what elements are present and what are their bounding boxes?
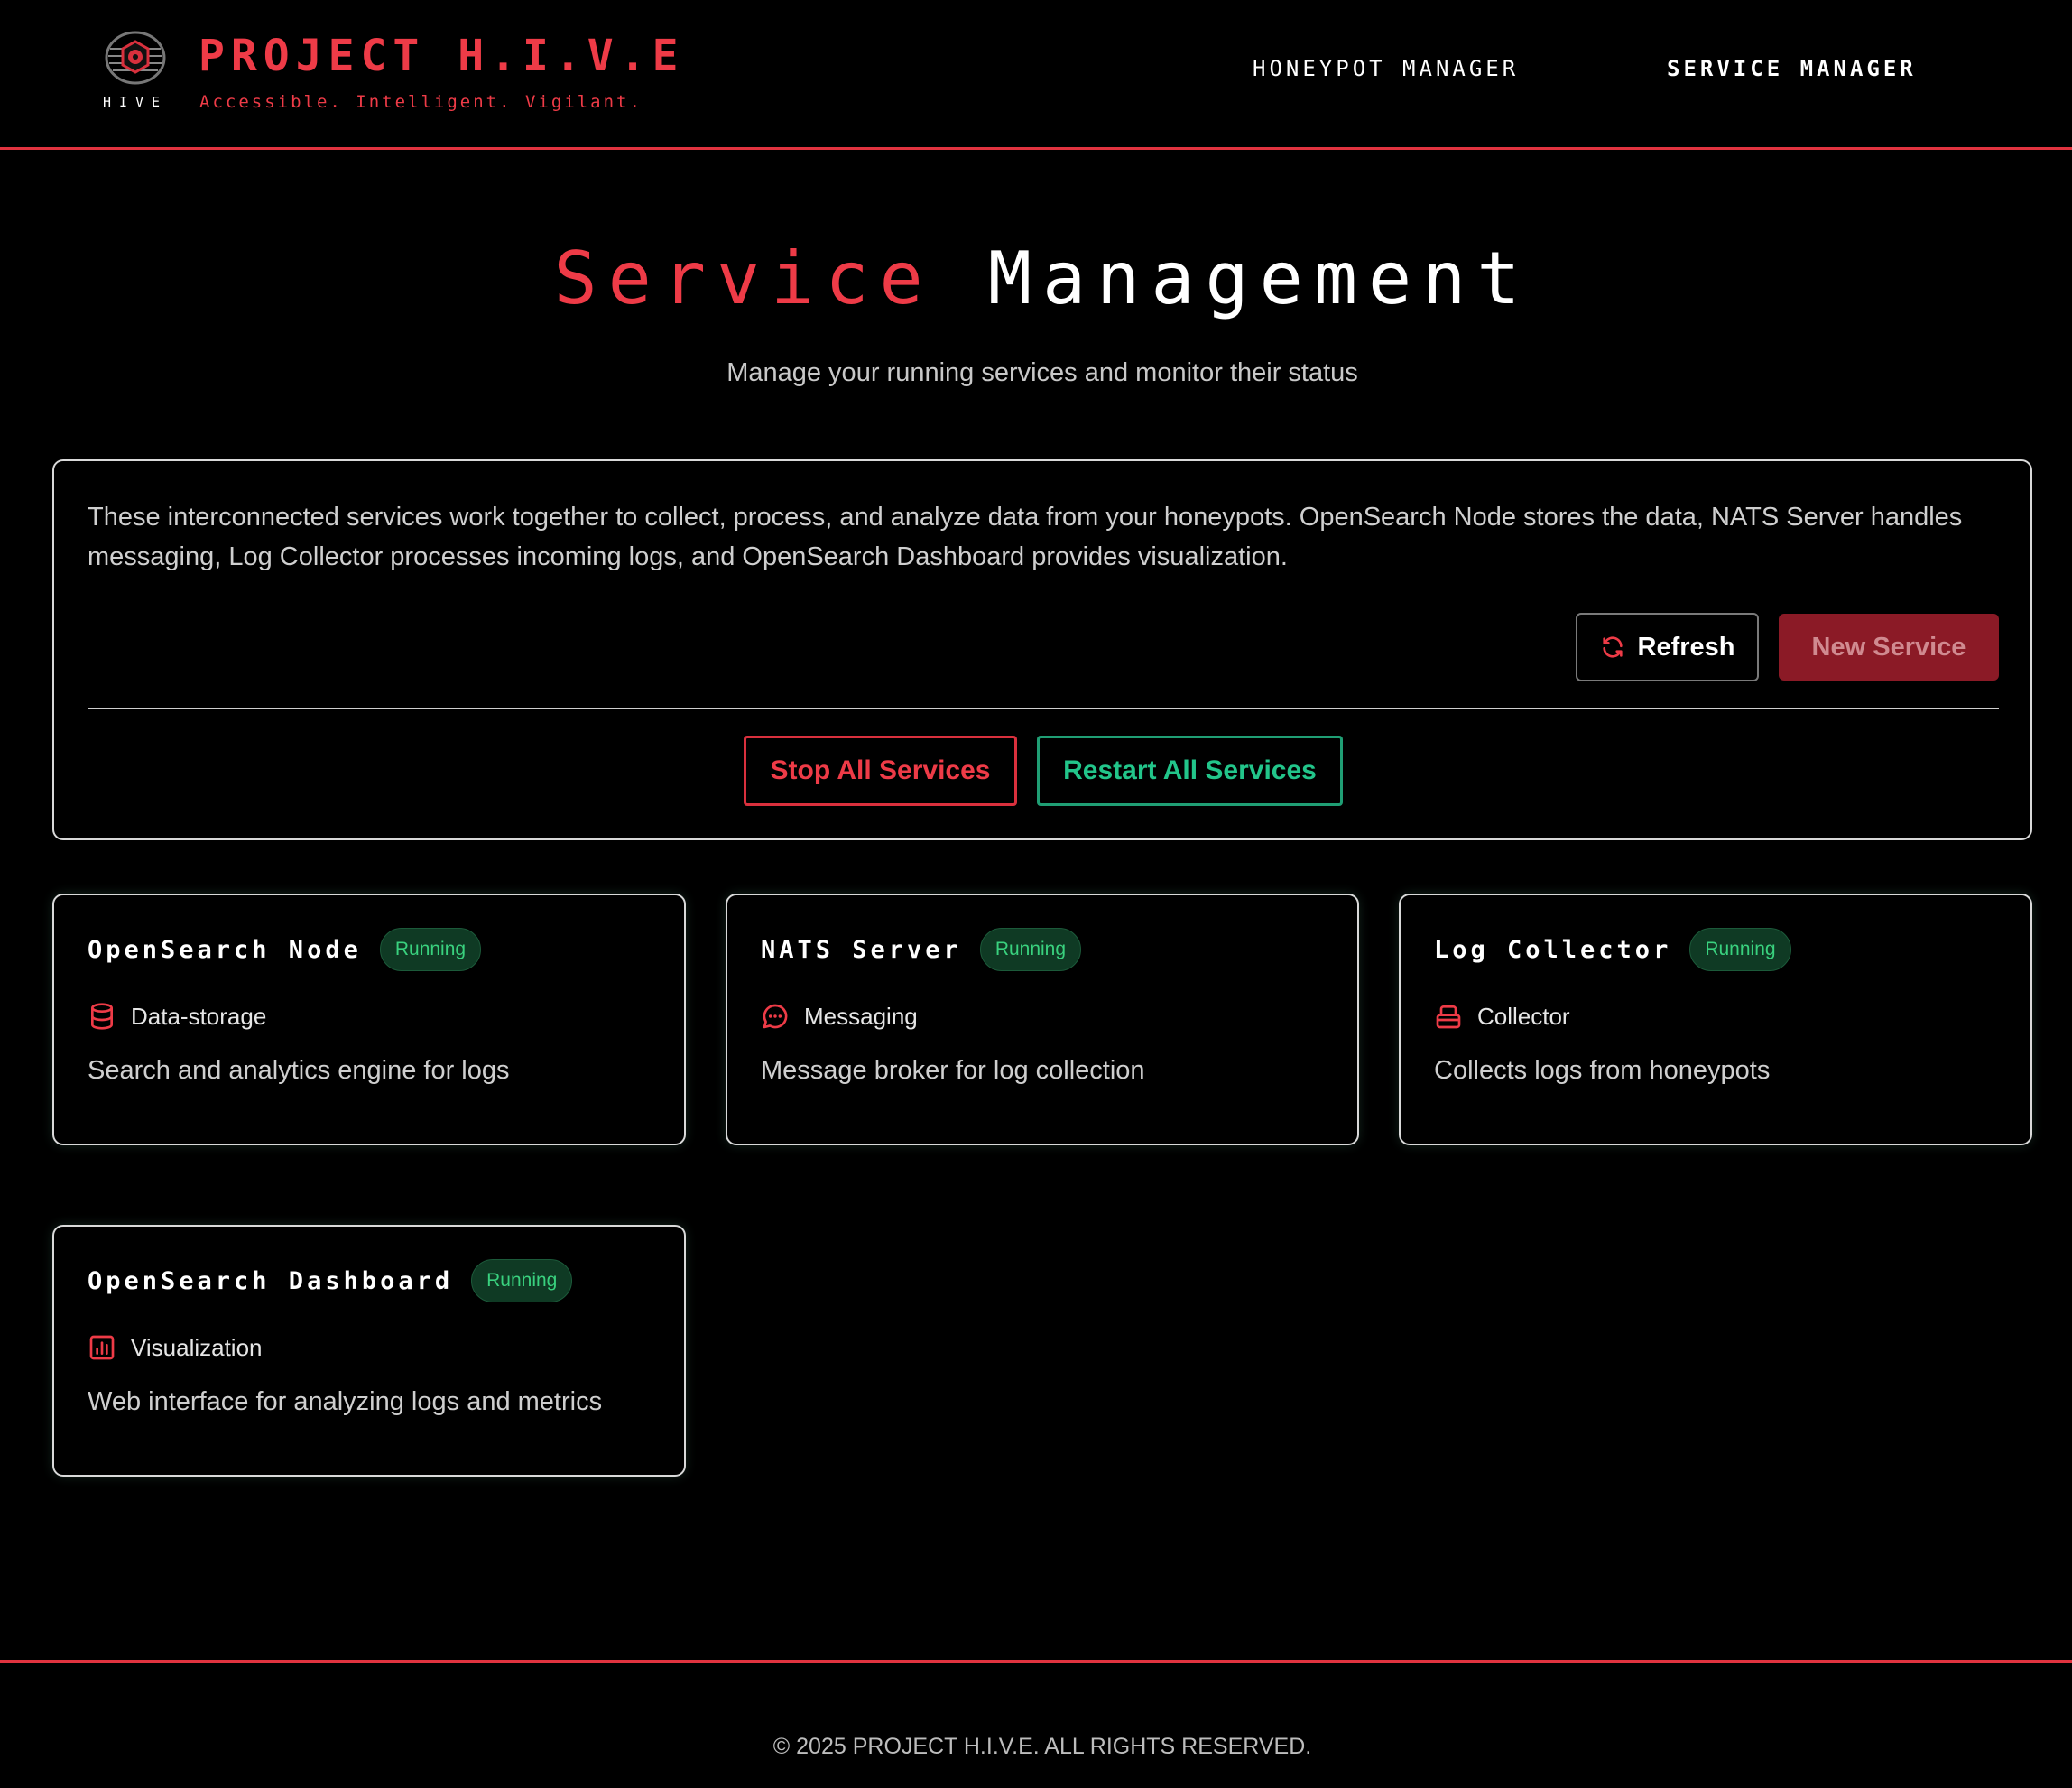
brand-tagline: Accessible. Intelligent. Vigilant. (199, 92, 643, 112)
restart-all-services-button[interactable]: Restart All Services (1037, 736, 1343, 806)
service-category: Data-storage (88, 1002, 266, 1031)
panel-divider (88, 708, 1999, 709)
services-description: These interconnected services work toget… (88, 503, 1963, 571)
service-card-header: NATS Server Running (761, 928, 1082, 971)
brand-title: PROJECT H.I.V.E (199, 31, 685, 81)
service-card-log-collector[interactable]: Log Collector Running Collector Collects… (1399, 894, 2032, 1145)
service-category-label: Collector (1477, 1002, 1570, 1030)
service-name: OpenSearch Dashboard (88, 1266, 454, 1295)
service-name: OpenSearch Node (88, 935, 362, 964)
service-description: Message broker for log collection (761, 1056, 1145, 1085)
service-category: Collector (1434, 1002, 1570, 1031)
status-badge: Running (471, 1259, 573, 1302)
logo-word: HIVE (102, 94, 169, 110)
page-subtitle: Manage your running services and monitor… (726, 358, 1358, 387)
service-category-label: Messaging (804, 1002, 918, 1030)
service-category: Visualization (88, 1333, 263, 1362)
hive-logo-icon (105, 31, 166, 85)
inbox-icon (1436, 1005, 1461, 1029)
services-info-panel: These interconnected services work toget… (52, 459, 2032, 840)
service-description: Web interface for analyzing logs and met… (88, 1387, 603, 1416)
refresh-label: Refresh (1637, 632, 1735, 662)
hive-logo[interactable]: HIVE (101, 29, 170, 112)
bar-chart-icon (89, 1335, 115, 1360)
nav-honeypot-manager[interactable]: HONEYPOT MANAGER (1253, 56, 1519, 81)
nav-service-manager[interactable]: SERVICE MANAGER (1667, 56, 1917, 81)
database-icon (91, 1003, 113, 1030)
footer-divider (0, 1660, 2072, 1663)
service-card-header: OpenSearch Dashboard Running (88, 1259, 573, 1302)
service-card-opensearch-node[interactable]: OpenSearch Node Running Data-storage Sea… (52, 894, 686, 1145)
stop-all-services-button[interactable]: Stop All Services (744, 736, 1017, 806)
service-card-header: OpenSearch Node Running (88, 928, 482, 971)
status-badge: Running (379, 928, 482, 971)
status-badge: Running (979, 928, 1082, 971)
page-title-main: Management (987, 236, 1531, 320)
service-card-header: Log Collector Running (1434, 928, 1791, 971)
service-description: Search and analytics engine for logs (88, 1056, 510, 1085)
service-card-opensearch-dashboard[interactable]: OpenSearch Dashboard Running Visualizati… (52, 1225, 686, 1477)
page-title-accent: Service (553, 236, 934, 320)
site-header: HIVE PROJECT H.I.V.E Accessible. Intelli… (0, 0, 2072, 150)
service-category: Messaging (761, 1002, 918, 1031)
service-description: Collects logs from honeypots (1434, 1056, 1771, 1085)
message-icon (763, 1004, 788, 1029)
service-category-label: Visualization (131, 1333, 263, 1361)
service-name: Log Collector (1434, 935, 1672, 964)
service-name: NATS Server (761, 935, 962, 964)
new-service-button[interactable]: New Service (1779, 614, 1999, 681)
refresh-icon (1602, 636, 1623, 658)
refresh-button[interactable]: Refresh (1576, 613, 1759, 681)
page-title: Service Management (0, 236, 2072, 320)
status-badge: Running (1689, 928, 1791, 971)
service-category-label: Data-storage (131, 1002, 267, 1030)
footer-copyright: © 2025 PROJECT H.I.V.E. ALL RIGHTS RESER… (772, 1734, 1312, 1759)
service-card-nats-server[interactable]: NATS Server Running Messaging Message br… (726, 894, 1359, 1145)
